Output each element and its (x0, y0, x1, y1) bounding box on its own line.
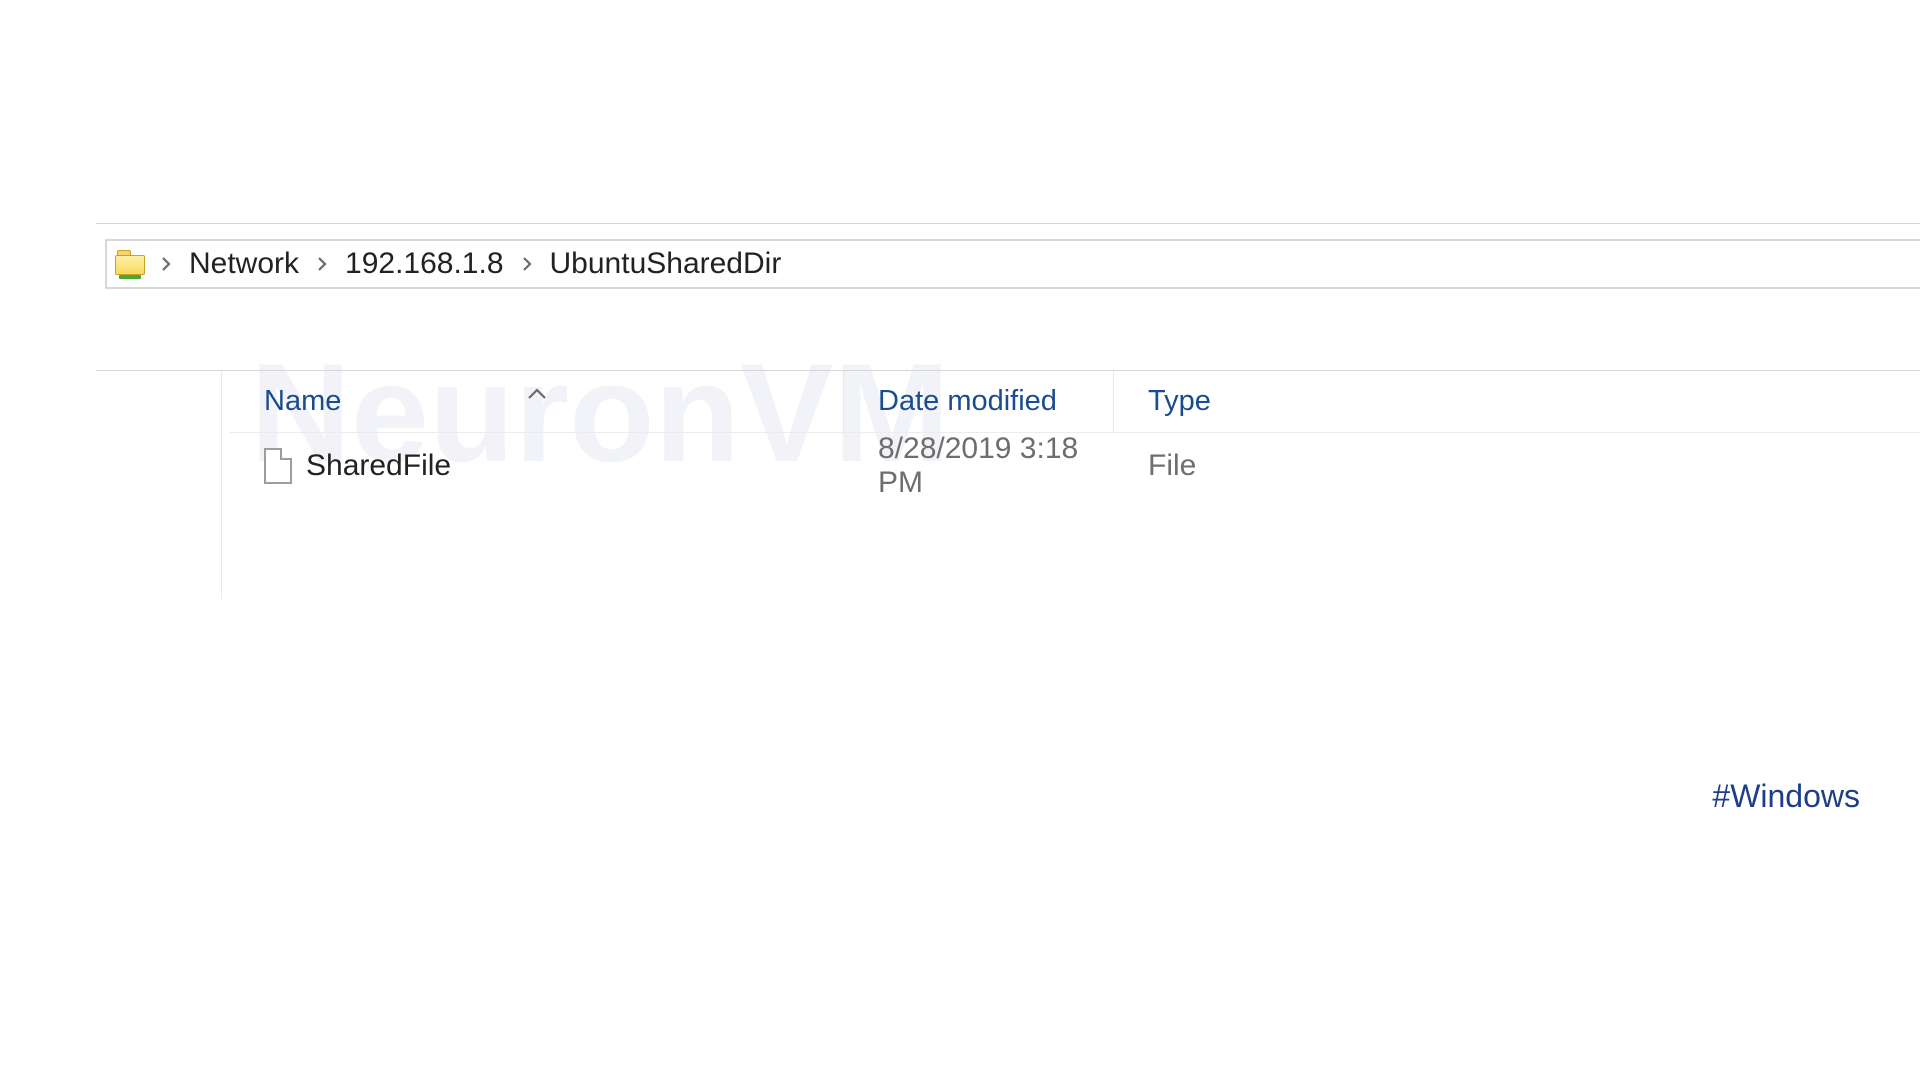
chevron-right-icon[interactable] (155, 244, 177, 284)
file-icon (264, 448, 292, 484)
address-bar[interactable]: Network 192.168.1.8 UbuntuSharedDir (105, 239, 1920, 289)
top-rule (96, 223, 1920, 224)
chevron-right-icon[interactable] (311, 244, 333, 284)
hashtag-label: #Windows (1712, 778, 1860, 815)
nav-pane-divider (221, 371, 222, 599)
column-header-name-label: Name (264, 385, 341, 418)
column-header-name[interactable]: Name (230, 371, 844, 432)
file-row[interactable]: SharedFile 8/28/2019 3:18 PM File (230, 435, 1920, 497)
chevron-right-icon[interactable] (516, 244, 538, 284)
sort-ascending-icon (527, 375, 547, 408)
breadcrumb-ip[interactable]: 192.168.1.8 (339, 247, 509, 281)
network-folder-icon[interactable] (115, 250, 147, 278)
column-header-date-label: Date modified (878, 385, 1057, 418)
column-header-date[interactable]: Date modified (844, 371, 1114, 432)
file-name-cell: SharedFile (230, 435, 844, 497)
column-header-type[interactable]: Type (1114, 371, 1334, 432)
column-header-type-label: Type (1148, 385, 1211, 418)
breadcrumb-network[interactable]: Network (183, 247, 305, 281)
breadcrumb-folder[interactable]: UbuntuSharedDir (544, 247, 788, 281)
column-header-row: Name Date modified Type (230, 371, 1920, 433)
file-name-text: SharedFile (306, 449, 451, 483)
file-type-cell: File (1114, 435, 1334, 497)
file-date-cell: 8/28/2019 3:18 PM (844, 435, 1114, 497)
